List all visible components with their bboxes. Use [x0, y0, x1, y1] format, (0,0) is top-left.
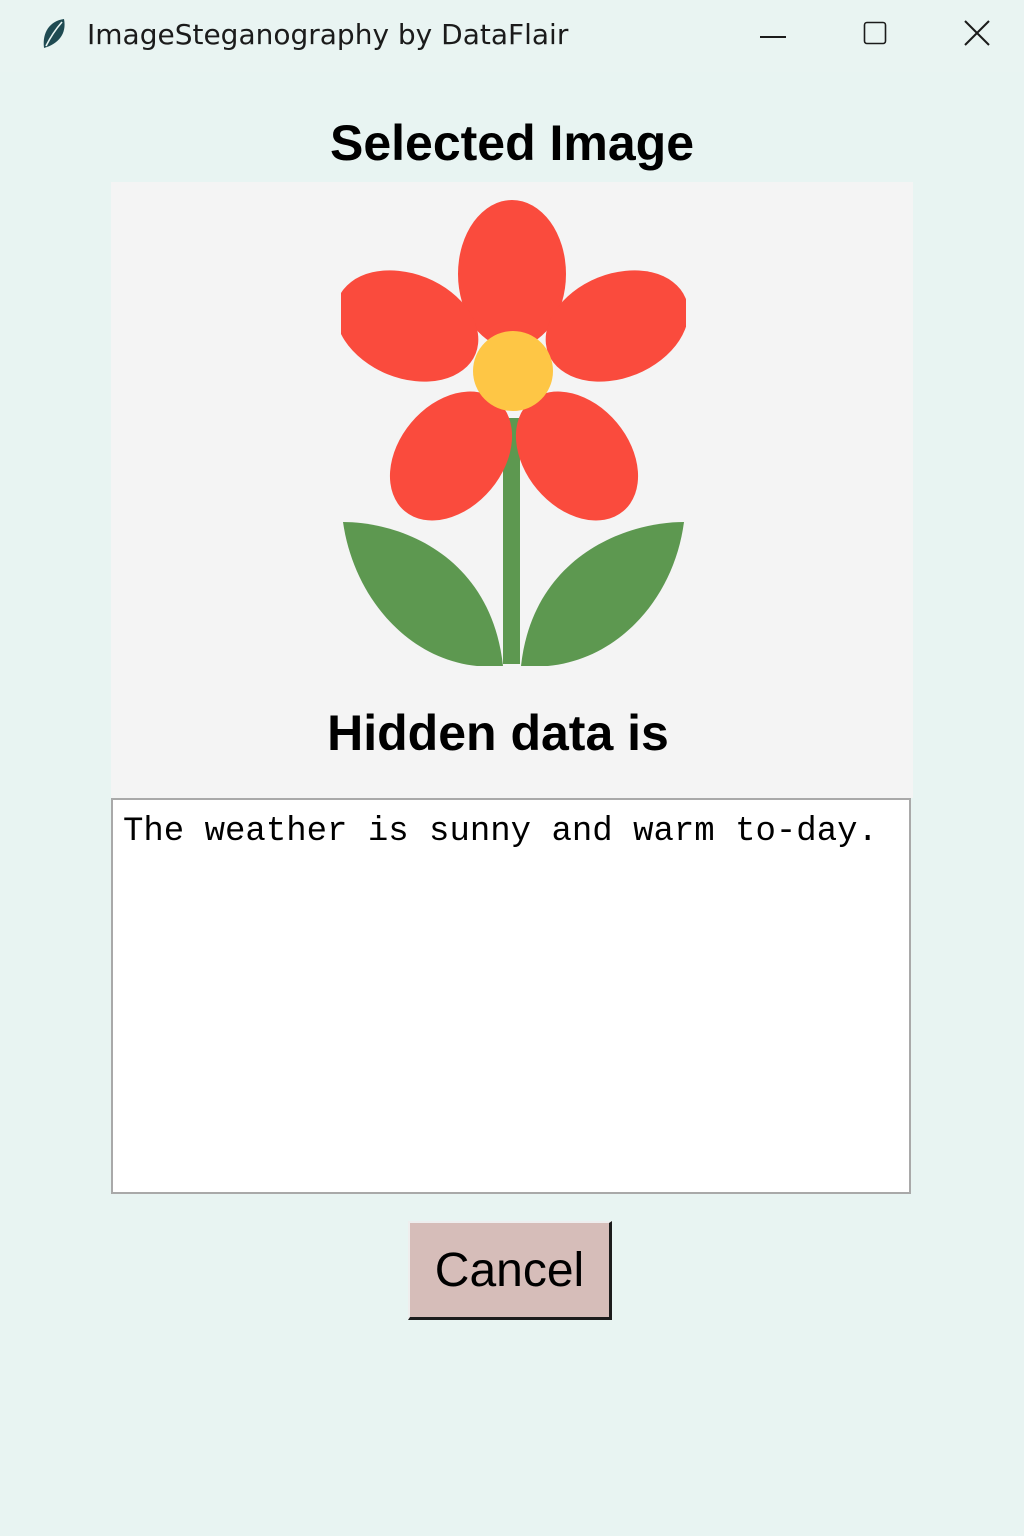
- maximize-icon: [863, 21, 887, 50]
- hidden-data-textbox[interactable]: The weather is sunny and warm to-day.: [111, 798, 911, 1194]
- minimize-icon: [759, 26, 787, 44]
- flower-image: [341, 200, 686, 666]
- hidden-data-text: The weather is sunny and warm to-day.: [123, 813, 878, 851]
- title-bar: ImageSteganography by DataFlair: [0, 0, 1024, 72]
- cancel-button[interactable]: Cancel: [408, 1221, 612, 1320]
- close-button[interactable]: [954, 12, 1000, 58]
- selected-image-heading: Selected Image: [329, 115, 695, 171]
- close-icon: [963, 19, 991, 52]
- leaf-icon: [40, 18, 68, 50]
- selected-image-panel: Hidden data is: [111, 182, 913, 798]
- hidden-data-heading: Hidden data is: [327, 705, 669, 761]
- window-title: ImageSteganography by DataFlair: [87, 18, 569, 51]
- maximize-button[interactable]: [852, 12, 898, 58]
- minimize-button[interactable]: [750, 12, 796, 58]
